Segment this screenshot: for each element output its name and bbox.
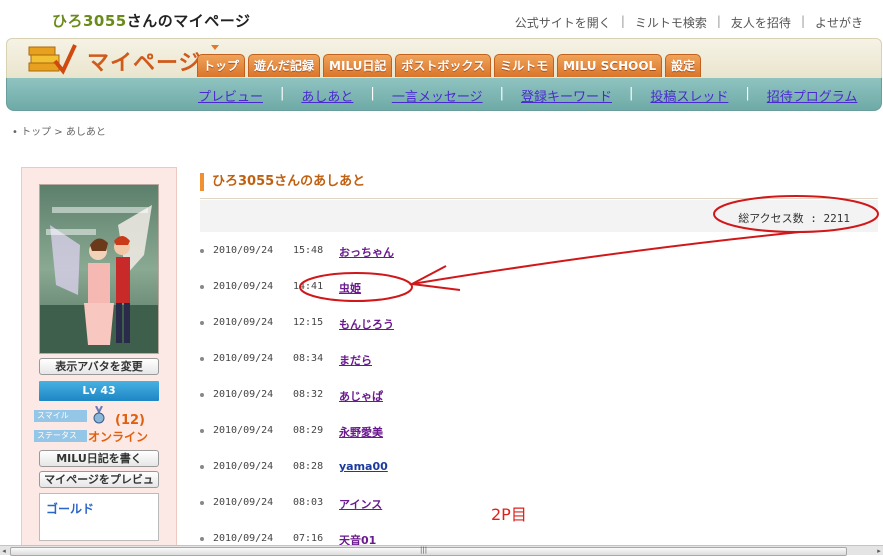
subnav-threads[interactable]: 投稿スレッド [650, 86, 728, 105]
avatar [39, 184, 159, 354]
top-links: 公式サイトを開く | ミルトモ検索 | 友人を招待 | よせがき [505, 14, 873, 31]
visit-time: 08:34 [293, 353, 324, 364]
subnav-preview[interactable]: プレビュー [198, 86, 263, 105]
visit-date: 2010/09/24 [213, 497, 274, 508]
logo-books-icon [28, 44, 77, 75]
visitor-name-link[interactable]: アインス [339, 496, 382, 512]
visit-date: 2010/09/24 [213, 281, 274, 292]
page-note-annotation: 2P目 [491, 505, 527, 524]
visit-time: 08:28 [293, 461, 324, 472]
logo-text: マイページ [87, 51, 202, 76]
bullet-icon [200, 429, 204, 433]
annotation-arrow-line [411, 231, 801, 285]
yosegaki-link[interactable]: よせがき [805, 14, 873, 31]
visit-time: 15:48 [293, 245, 324, 256]
visitor-name-link[interactable]: おっちゃん [339, 244, 394, 260]
visit-time: 08:29 [293, 425, 324, 436]
section-heading: ひろ3055さんのあしあと [200, 173, 365, 191]
visit-time: 07:16 [293, 533, 324, 544]
tab-milutomo[interactable]: ミルトモ [494, 54, 555, 77]
gold-box: ゴールド [39, 493, 159, 541]
preview-mypage-button[interactable]: マイページをプレビュー [39, 471, 159, 501]
bullet-icon [200, 321, 204, 325]
user-name: ひろ3055 [52, 12, 127, 30]
scroll-grip-icon: ||| [420, 546, 428, 554]
subnav-keywords[interactable]: 登録キーワード [521, 86, 612, 105]
visit-date: 2010/09/24 [213, 389, 274, 400]
tab-play-record[interactable]: 遊んだ記録 [248, 54, 321, 77]
visit-date: 2010/09/24 [213, 245, 274, 256]
bullet-icon [200, 465, 204, 469]
scrollbar-thumb[interactable] [10, 547, 847, 556]
tab-milu-school[interactable]: MILU SCHOOL [557, 54, 663, 77]
bullet-icon [200, 357, 204, 361]
level-bar: Lv 43 [39, 381, 159, 401]
profile-sidebar: 表示アバタを変更 Lv 43 スマイル (12) ステータス オンライン MIL… [21, 167, 177, 548]
change-avatar-button[interactable]: 表示アバタを変更 [39, 358, 159, 375]
milutomo-search-link[interactable]: ミルトモ検索 [625, 14, 717, 31]
visit-date: 2010/09/24 [213, 533, 274, 544]
gold-label: ゴールド [46, 502, 95, 516]
official-site-link[interactable]: 公式サイトを開く [505, 14, 621, 31]
status-value: オンライン [88, 430, 149, 444]
bullet-icon [200, 537, 204, 541]
visit-date: 2010/09/24 [213, 425, 274, 436]
visitor-name-link[interactable]: 虫姫 [339, 280, 361, 296]
active-tab-marker [211, 45, 219, 50]
avatar-figure-icon [40, 205, 158, 353]
title-suffix: さんのマイページ [126, 12, 251, 30]
medal-icon [93, 406, 105, 424]
bullet-icon [200, 249, 204, 253]
smile-count: (12) [115, 413, 145, 428]
bullet-icon [200, 393, 204, 397]
write-diary-button[interactable]: MILU日記を書く [39, 450, 159, 467]
visit-date: 2010/09/24 [213, 461, 274, 472]
tab-milu-diary[interactable]: MILU日記 [323, 54, 393, 77]
subnav-invite-program[interactable]: 招待プログラム [767, 86, 858, 105]
bullet-icon [200, 501, 204, 505]
smile-label: スマイル [34, 410, 87, 422]
tab-top[interactable]: トップ [197, 54, 246, 77]
page-title: ひろ3055さんのマイページ [52, 10, 250, 31]
annotation-arrow-head [408, 265, 461, 291]
visitor-name-link[interactable]: もんじろう [339, 316, 394, 332]
subnav-message[interactable]: 一言メッセージ [392, 86, 483, 105]
visitor-name-link[interactable]: yama00 [339, 460, 388, 473]
tab-postbox[interactable]: ポストボックス [395, 54, 492, 77]
visit-date: 2010/09/24 [213, 353, 274, 364]
bullet-icon [200, 285, 204, 289]
access-count-bar: 総アクセス数 : 2211 [200, 200, 878, 232]
heading-divider [200, 198, 878, 199]
visit-time: 08:32 [293, 389, 324, 400]
visitor-name-link[interactable]: 永野愛美 [339, 424, 383, 440]
visitor-name-link[interactable]: あじゃぱ [339, 388, 383, 404]
visit-time: 08:03 [293, 497, 324, 508]
subnav-ashiato[interactable]: あしあと [301, 86, 353, 105]
visit-date: 2010/09/24 [213, 317, 274, 328]
visit-time: 14:41 [293, 281, 324, 292]
visitor-name-link[interactable]: まだら [339, 352, 372, 368]
visit-time: 12:15 [293, 317, 324, 328]
main-tabs: トップ 遊んだ記録 MILU日記 ポストボックス ミルトモ MILU SCHOO… [197, 54, 702, 77]
total-access-count: 総アクセス数 : 2211 [738, 212, 850, 225]
sub-navigation: プレビュー | あしあと | 一言メッセージ | 登録キーワード | 投稿スレッド | 招… [6, 78, 882, 111]
tab-settings[interactable]: 設定 [665, 54, 702, 77]
invite-friend-link[interactable]: 友人を招待 [721, 14, 801, 31]
status-label: ステータス [34, 430, 87, 442]
breadcrumb: • トップ > あしあと [12, 127, 106, 138]
